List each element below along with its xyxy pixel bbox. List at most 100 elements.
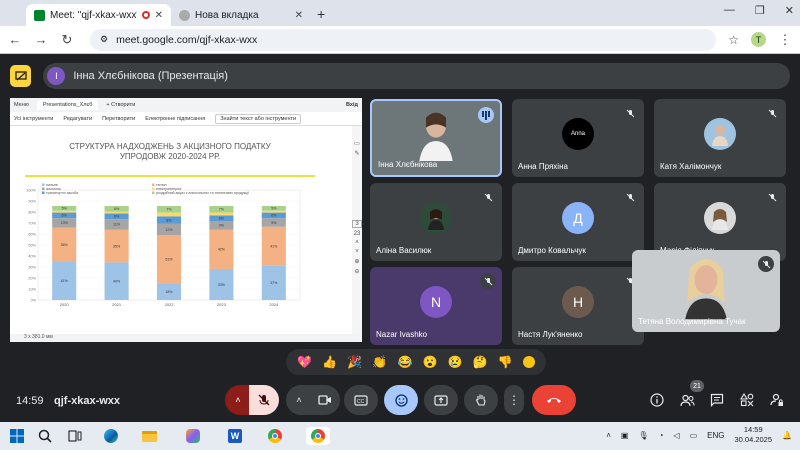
- shared-side-controls: ▭ ✎ 3 23 ˄ ˅ ⊕ ⊖: [352, 126, 362, 334]
- file-explorer-taskbar-icon[interactable]: [140, 427, 158, 445]
- mic-off-icon: [758, 256, 774, 272]
- participant-tile[interactable]: Д Дмитро Ковальчук: [512, 183, 644, 261]
- tab-meet[interactable]: Meet: "qjf-xkax-wxx" ✕: [26, 4, 171, 26]
- search-button[interactable]: [36, 427, 54, 445]
- reaction-thinking[interactable]: 🤔: [473, 355, 488, 369]
- legend-swatch: [152, 191, 155, 194]
- close-tab-icon[interactable]: ✕: [295, 10, 303, 21]
- copilot-taskbar-icon[interactable]: [184, 427, 202, 445]
- send-reaction-button[interactable]: [384, 385, 418, 415]
- participant-name: Nazar Ivashko: [376, 330, 428, 339]
- site-info-icon[interactable]: ⚙: [100, 34, 108, 45]
- y-tick-label: 50%: [28, 244, 36, 248]
- reaction-thumbs-down[interactable]: 👎: [498, 355, 513, 369]
- audio-options-button[interactable]: ˄: [225, 385, 251, 415]
- people-button[interactable]: [678, 391, 696, 409]
- more-options-button[interactable]: ⋮: [504, 385, 524, 415]
- leave-call-button[interactable]: [532, 385, 576, 415]
- shapes-icon: [740, 393, 754, 407]
- participant-tile[interactable]: Н Настя Лук'яненко: [512, 267, 644, 345]
- camera-in-use-icon[interactable]: ▣: [621, 431, 629, 440]
- presenter-label: Інна Хлєбнікова (Презентація): [73, 70, 228, 82]
- participant-tile[interactable]: Аліна Василюк: [370, 183, 502, 261]
- meeting-details-button[interactable]: [648, 391, 666, 409]
- meet-control-bar: 14:59 qjf-xkax-wxx ˄ ˄ CC ⋮ 21: [0, 380, 800, 422]
- taskbar-clock[interactable]: 14:59 30.04.2025: [734, 425, 772, 445]
- host-controls-button[interactable]: [768, 391, 786, 409]
- chrome-active-taskbar-icon[interactable]: [306, 427, 330, 445]
- presentation-icon[interactable]: [10, 65, 32, 87]
- close-tab-icon[interactable]: ✕: [155, 10, 163, 21]
- present-now-button[interactable]: [424, 385, 458, 415]
- bookmark-star-icon[interactable]: ☆: [728, 33, 739, 47]
- mic-off-icon: [480, 273, 496, 289]
- mic-in-use-icon[interactable]: 🎙: [638, 431, 648, 440]
- browser-tab-bar: Meet: "qjf-xkax-wxx" ✕ Нова вкладка ✕ + …: [0, 0, 800, 26]
- camera-toggle-button[interactable]: [310, 385, 340, 415]
- url-field[interactable]: ⚙ meet.google.com/qjf-xkax-wxx: [90, 28, 717, 51]
- data-label: 5%: [62, 207, 68, 211]
- windows-logo-icon: [10, 429, 24, 443]
- word-taskbar-icon[interactable]: W: [226, 427, 244, 445]
- wifi-icon[interactable]: ◔: [659, 431, 664, 440]
- reaction-crying[interactable]: 😢: [448, 355, 463, 369]
- tab-new[interactable]: Нова вкладка ✕: [171, 4, 311, 26]
- self-view-tile[interactable]: Тетяна Володимирівна Тучак: [632, 250, 780, 332]
- participant-name: Катя Халімончук: [660, 162, 722, 171]
- data-label: 9%: [271, 221, 277, 225]
- windows-taskbar: W ˄ ▣ 🎙 ◔ ◁ ▭ ENG 14:59 30.04.2025 🔔: [0, 422, 800, 450]
- participant-tile[interactable]: Anna Анна Пряхіна: [512, 99, 644, 177]
- profile-avatar[interactable]: T: [751, 32, 766, 47]
- tab-title: Нова вкладка: [195, 9, 259, 21]
- captions-button[interactable]: CC: [344, 385, 378, 415]
- speaking-indicator-icon: [478, 107, 494, 123]
- bar-segment: [104, 211, 129, 214]
- volume-icon[interactable]: ◁: [673, 431, 679, 440]
- participant-tile[interactable]: Катя Халімончук: [654, 99, 786, 177]
- chevron-up-icon[interactable]: ˄: [606, 431, 611, 440]
- back-icon[interactable]: ←: [8, 32, 22, 47]
- video-options-button[interactable]: ˄: [286, 385, 312, 415]
- reaction-thumbs-up[interactable]: 👍: [322, 355, 337, 369]
- reload-icon[interactable]: ↻: [60, 32, 74, 48]
- shared-screen: Меню Presentations_Хлєб + Створити Вхід …: [10, 98, 362, 342]
- chat-button[interactable]: [708, 391, 726, 409]
- start-button[interactable]: [8, 427, 26, 445]
- maximize-icon[interactable]: ❐: [755, 4, 765, 17]
- battery-icon[interactable]: ▭: [690, 431, 698, 440]
- close-window-icon[interactable]: ✕: [785, 4, 794, 17]
- reaction-surprised[interactable]: 😮: [423, 355, 438, 369]
- input-language[interactable]: ENG: [707, 431, 724, 440]
- data-label: 18%: [165, 290, 173, 294]
- data-label: 5%: [271, 207, 277, 211]
- data-label: 37%: [270, 281, 278, 285]
- raise-hand-button[interactable]: [464, 385, 498, 415]
- mic-toggle-button[interactable]: [249, 385, 279, 415]
- reaction-sparkling-heart[interactable]: 💖: [297, 355, 312, 369]
- browser-menu-icon[interactable]: ⋮: [778, 32, 792, 48]
- participant-tile[interactable]: Інна Хлєбнікова: [370, 99, 502, 177]
- slide-underline: [25, 175, 315, 177]
- notifications-icon[interactable]: 🔔: [782, 431, 792, 440]
- participant-tile[interactable]: N Nazar Ivashko: [370, 267, 502, 345]
- minimize-icon[interactable]: —: [724, 4, 735, 17]
- skin-tone-picker[interactable]: [522, 356, 535, 368]
- forward-icon[interactable]: →: [34, 32, 48, 47]
- y-tick-label: 0%: [31, 299, 37, 303]
- meeting-code: qjf-xkax-wxx: [54, 395, 121, 407]
- captions-icon: CC: [354, 394, 368, 406]
- reaction-clapping[interactable]: 👏: [372, 355, 387, 369]
- slide-title: СТРУКТУРА НАДХОДЖЕНЬ З АКЦИЗНОГО ПОДАТКУ…: [50, 142, 290, 162]
- bar-segment: [209, 212, 234, 216]
- edit-icon: ✎: [354, 151, 360, 157]
- reaction-party-popper[interactable]: 🎉: [347, 355, 362, 369]
- activities-button[interactable]: [738, 391, 756, 409]
- task-view-button[interactable]: [66, 427, 84, 445]
- chrome-taskbar-icon[interactable]: [266, 427, 284, 445]
- new-tab-button[interactable]: +: [317, 6, 325, 22]
- edge-taskbar-icon[interactable]: [102, 427, 120, 445]
- more-vert-icon: ⋮: [508, 393, 520, 407]
- participant-photo: [704, 118, 736, 150]
- bar-segment: [156, 212, 182, 217]
- reaction-laughing[interactable]: 😂: [397, 355, 412, 369]
